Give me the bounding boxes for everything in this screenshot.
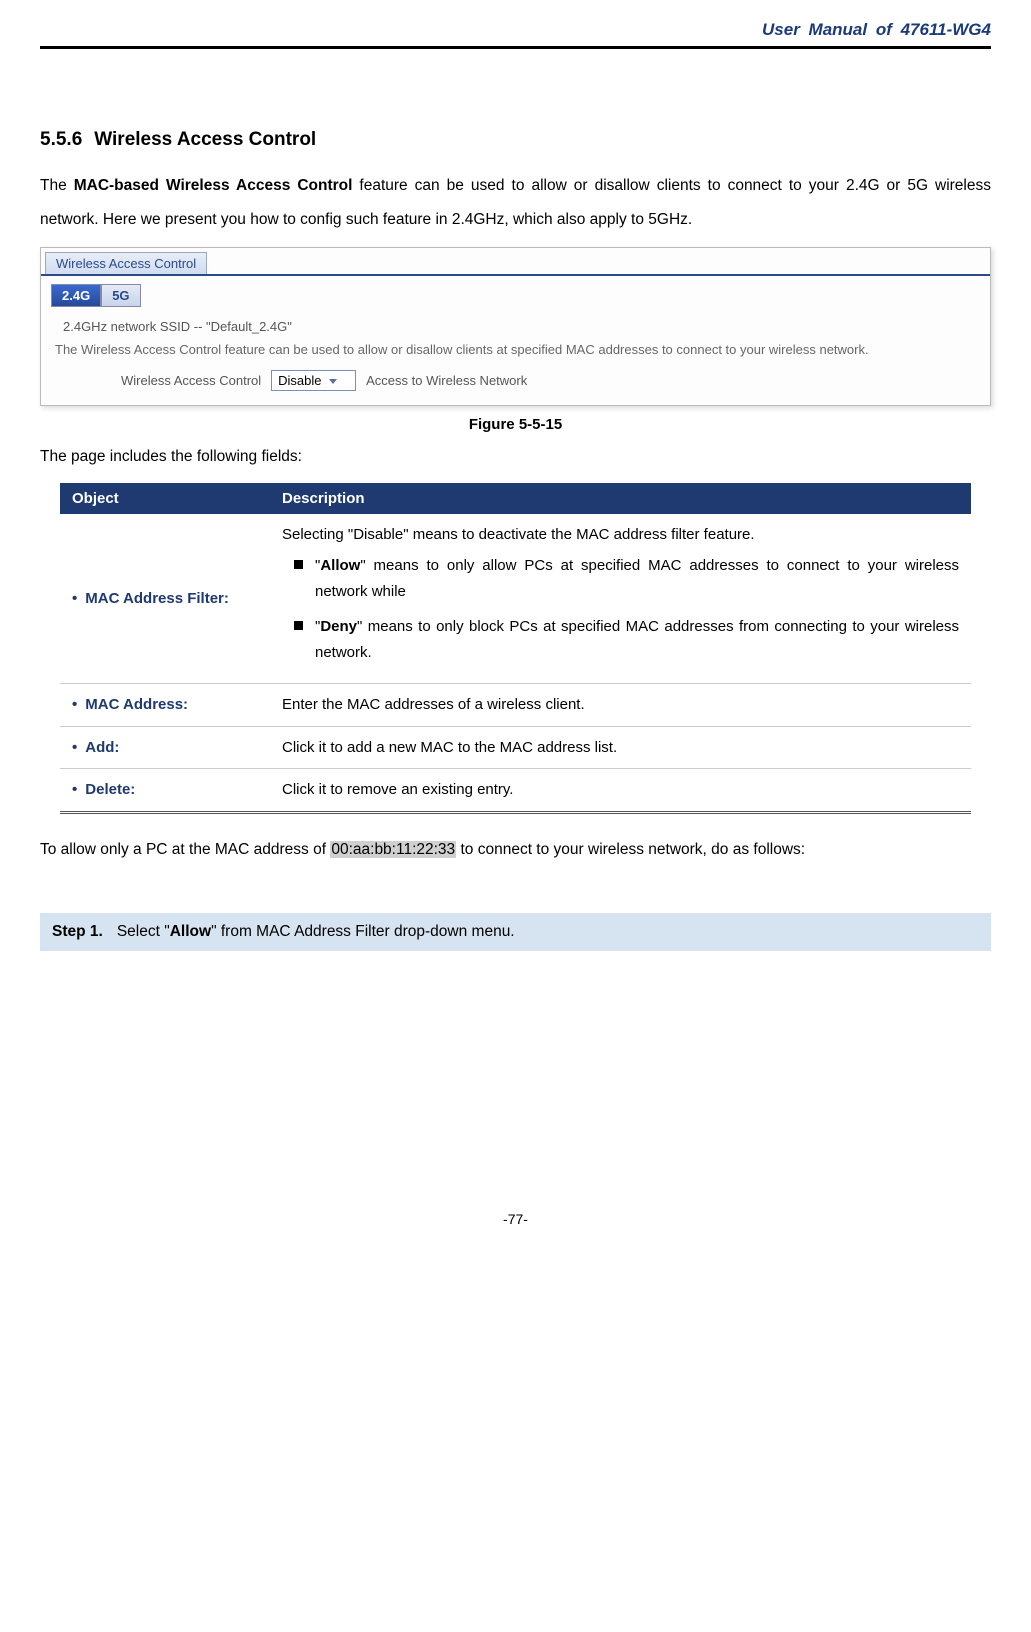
step-1-box: Step 1. Select "Allow" from MAC Address … (40, 913, 991, 951)
object-label: Delete: (72, 781, 135, 798)
table-row: Delete: Click it to remove an existing e… (60, 769, 971, 813)
page-number: -77- (40, 1211, 991, 1227)
intro-paragraph: The MAC-based Wireless Access Control fe… (40, 169, 991, 237)
table-lead-in: The page includes the following fields: (40, 443, 991, 471)
section-heading: 5.5.6 Wireless Access Control (40, 129, 991, 151)
header-title: User Manual of 47611-WG4 (40, 20, 991, 46)
mac-address-example: 00:aa:bb:11:22:33 (330, 841, 456, 858)
desc-cell: Enter the MAC addresses of a wireless cl… (270, 684, 971, 727)
access-control-row: Wireless Access Control Disable Access t… (121, 370, 980, 391)
fields-table: Object Description MAC Address Filter: S… (60, 483, 971, 814)
table-row: MAC Address: Enter the MAC addresses of … (60, 684, 971, 727)
window-tab[interactable]: Wireless Access Control (45, 252, 207, 274)
example-paragraph: To allow only a PC at the MAC address of… (40, 836, 991, 864)
square-bullet-icon (294, 621, 303, 630)
object-label: MAC Address Filter: (72, 590, 229, 607)
desc-cell: Click it to add a new MAC to the MAC add… (270, 726, 971, 769)
section-number: 5.5.6 (40, 129, 82, 150)
desc-intro: Selecting "Disable" means to deactivate … (282, 522, 959, 548)
access-control-suffix: Access to Wireless Network (366, 373, 527, 388)
band-tabs: 2.4G5G (51, 284, 980, 307)
config-screenshot: Wireless Access Control 2.4G5G 2.4GHz ne… (40, 247, 991, 406)
feature-name: MAC-based Wireless Access Control (74, 177, 353, 194)
desc-cell: Click it to remove an existing entry. (270, 769, 971, 813)
figure-caption: Figure 5-5-15 (40, 416, 991, 433)
table-row: Add: Click it to add a new MAC to the MA… (60, 726, 971, 769)
screenshot-description: The Wireless Access Control feature can … (55, 340, 976, 360)
ssid-line: 2.4GHz network SSID -- "Default_2.4G" (63, 319, 980, 334)
col-object: Object (60, 483, 270, 514)
tab-2-4g[interactable]: 2.4G (51, 284, 101, 307)
chevron-down-icon (329, 379, 337, 384)
access-control-label: Wireless Access Control (121, 373, 261, 388)
table-row: MAC Address Filter: Selecting "Disable" … (60, 514, 971, 684)
col-description: Description (270, 483, 971, 514)
square-bullet-icon (294, 560, 303, 569)
object-label: MAC Address: (72, 696, 188, 713)
list-item: "Allow" means to only allow PCs at speci… (294, 553, 959, 604)
header-rule (40, 46, 991, 49)
access-control-select[interactable]: Disable (271, 370, 356, 391)
step-text: Select "Allow" from MAC Address Filter d… (117, 923, 515, 941)
step-label: Step 1. (52, 923, 103, 941)
object-label: Add: (72, 739, 119, 756)
section-title: Wireless Access Control (94, 129, 316, 150)
list-item: "Deny" means to only block PCs at specif… (294, 614, 959, 665)
tab-5g[interactable]: 5G (101, 284, 140, 307)
